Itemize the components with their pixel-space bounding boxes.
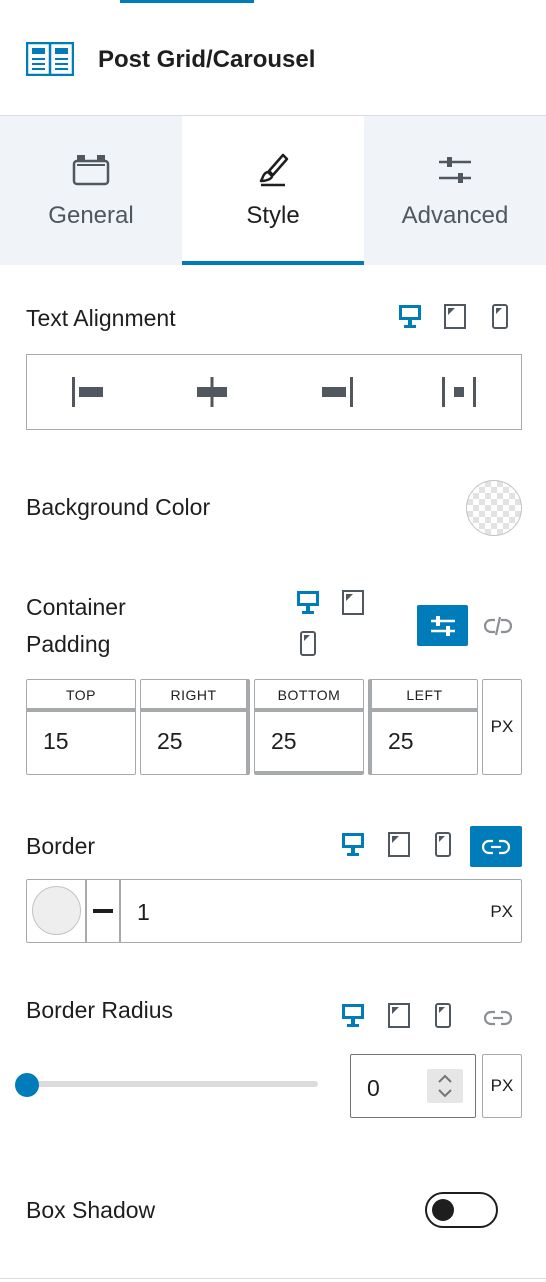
padding-left-field[interactable]: LEFT 25 bbox=[368, 679, 478, 775]
desktop-icon[interactable] bbox=[296, 590, 320, 616]
block-header: Post Grid/Carousel bbox=[0, 0, 546, 116]
padding-bottom-value: 25 bbox=[271, 728, 297, 754]
post-grid-icon bbox=[26, 42, 74, 76]
tablet-icon[interactable] bbox=[387, 832, 411, 858]
tab-general[interactable]: General bbox=[0, 116, 182, 265]
align-justify-icon bbox=[442, 377, 477, 407]
mobile-icon[interactable] bbox=[431, 1003, 455, 1029]
border-label: Border bbox=[26, 833, 96, 859]
mobile-icon[interactable] bbox=[488, 304, 512, 330]
tablet-icon[interactable] bbox=[387, 1003, 411, 1029]
box-shadow-toggle[interactable] bbox=[425, 1192, 498, 1228]
align-center-icon bbox=[197, 377, 228, 407]
border-color-swatch[interactable] bbox=[32, 886, 81, 935]
tab-style-label: Style bbox=[246, 202, 300, 229]
padding-unit-button[interactable]: PX bbox=[482, 679, 522, 775]
border-radius-label: Border Radius bbox=[26, 997, 174, 1023]
desktop-icon[interactable] bbox=[341, 832, 365, 858]
link-icon bbox=[484, 1010, 512, 1026]
tab-advanced[interactable]: Advanced bbox=[364, 116, 546, 265]
divider bbox=[0, 1278, 546, 1279]
border-radius-unit-button[interactable]: PX bbox=[482, 1054, 522, 1118]
border-unit-button[interactable]: PX bbox=[490, 902, 513, 922]
text-alignment-label: Text Alignment bbox=[26, 305, 176, 331]
mobile-icon[interactable] bbox=[431, 832, 455, 858]
briefcase-icon bbox=[72, 155, 110, 186]
align-right-icon bbox=[321, 377, 353, 407]
solid-line-icon bbox=[93, 909, 113, 913]
mobile-icon[interactable] bbox=[296, 631, 320, 657]
border-width-input[interactable]: 1 bbox=[137, 899, 150, 926]
border-control: 1 PX bbox=[26, 879, 522, 943]
padding-bottom-label: BOTTOM bbox=[255, 680, 363, 712]
padding-left-value: 25 bbox=[388, 728, 414, 754]
sliders-icon bbox=[439, 157, 471, 183]
unlink-padding-button[interactable] bbox=[482, 612, 514, 640]
brush-icon bbox=[259, 153, 289, 187]
sliders-icon bbox=[430, 615, 455, 636]
border-radius-input[interactable]: 0 bbox=[350, 1054, 476, 1118]
tab-general-label: General bbox=[48, 202, 134, 229]
align-right-button[interactable] bbox=[274, 355, 398, 429]
padding-left-label: LEFT bbox=[372, 680, 477, 712]
background-color-swatch[interactable] bbox=[466, 480, 522, 536]
padding-top-label: TOP bbox=[27, 680, 135, 712]
tablet-icon[interactable] bbox=[341, 590, 365, 616]
align-left-button[interactable] bbox=[27, 355, 151, 429]
link-icon bbox=[482, 839, 510, 854]
box-shadow-label: Box Shadow bbox=[26, 1197, 156, 1223]
tab-style[interactable]: Style bbox=[182, 116, 364, 265]
desktop-icon[interactable] bbox=[398, 304, 422, 330]
align-left-icon bbox=[71, 377, 103, 407]
background-color-label: Background Color bbox=[26, 494, 211, 520]
inspector-tabs: General Style Advanced bbox=[0, 116, 546, 265]
padding-right-field[interactable]: RIGHT 25 bbox=[140, 679, 250, 775]
padding-right-value: 25 bbox=[157, 728, 183, 754]
align-justify-button[interactable] bbox=[398, 355, 522, 429]
custom-padding-button[interactable] bbox=[417, 605, 468, 646]
padding-top-field[interactable]: TOP 15 bbox=[26, 679, 136, 775]
link-radius-button[interactable] bbox=[482, 1006, 514, 1030]
border-radius-slider-track[interactable] bbox=[26, 1081, 318, 1087]
tablet-icon[interactable] bbox=[443, 304, 467, 330]
link-border-button[interactable] bbox=[470, 826, 522, 867]
unlink-icon bbox=[484, 616, 512, 636]
divider bbox=[119, 880, 121, 942]
border-radius-value: 0 bbox=[367, 1075, 380, 1101]
block-title: Post Grid/Carousel bbox=[98, 46, 316, 73]
chevron-up-down-icon bbox=[438, 1074, 452, 1098]
container-padding-label-line1: Container bbox=[26, 594, 126, 620]
text-alignment-control bbox=[26, 354, 522, 430]
tab-advanced-label: Advanced bbox=[401, 202, 509, 229]
padding-right-label: RIGHT bbox=[141, 680, 246, 712]
desktop-icon[interactable] bbox=[341, 1003, 365, 1029]
padding-top-value: 15 bbox=[43, 728, 69, 754]
border-style-button[interactable] bbox=[87, 880, 119, 942]
container-padding-label-line2: Padding bbox=[26, 631, 111, 657]
border-radius-slider-thumb[interactable] bbox=[15, 1073, 39, 1097]
padding-bottom-field[interactable]: BOTTOM 25 bbox=[254, 679, 364, 775]
toggle-knob bbox=[432, 1199, 454, 1221]
spin-button[interactable] bbox=[427, 1069, 463, 1103]
align-center-button[interactable] bbox=[151, 355, 275, 429]
